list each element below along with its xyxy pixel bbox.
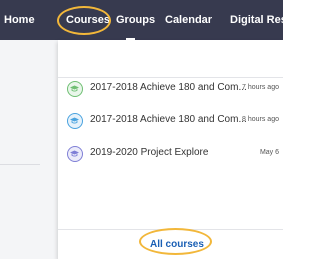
background-content	[0, 40, 58, 259]
course-item[interactable]: 2017-2018 Achieve 180 and Com... 7 hours…	[58, 79, 283, 99]
course-updated-time: 7 hours ago	[242, 84, 279, 91]
course-updated-time: May 6	[259, 149, 279, 156]
course-name: 2017-2018 Achieve 180 and Com...	[90, 114, 247, 125]
course-cap-icon	[67, 146, 83, 162]
nav-home[interactable]: Home	[4, 0, 35, 40]
nav-digital-resources[interactable]: Digital Resource	[230, 0, 283, 40]
courses-dropdown: 2017-2018 Achieve 180 and Com... 7 hours…	[58, 40, 283, 259]
highlight-circle	[57, 6, 111, 35]
page: Home Courses Groups Calendar Digital Res…	[0, 0, 283, 259]
course-name: 2019-2020 Project Explore	[90, 147, 209, 158]
course-name: 2017-2018 Achieve 180 and Com...	[90, 82, 247, 93]
nav-groups[interactable]: Groups	[116, 0, 155, 40]
nav-calendar[interactable]: Calendar	[165, 0, 212, 40]
course-item[interactable]: 2017-2018 Achieve 180 and Com... 8 hours…	[58, 111, 283, 131]
course-item[interactable]: 2019-2020 Project Explore May 6	[58, 144, 283, 164]
dropdown-header	[58, 40, 283, 78]
course-cap-icon	[67, 113, 83, 129]
course-updated-time: 8 hours ago	[242, 116, 279, 123]
course-cap-icon	[67, 81, 83, 97]
highlight-circle	[139, 228, 212, 255]
top-navigation-bar: Home Courses Groups Calendar Digital Res…	[0, 0, 283, 40]
divider	[0, 164, 40, 165]
